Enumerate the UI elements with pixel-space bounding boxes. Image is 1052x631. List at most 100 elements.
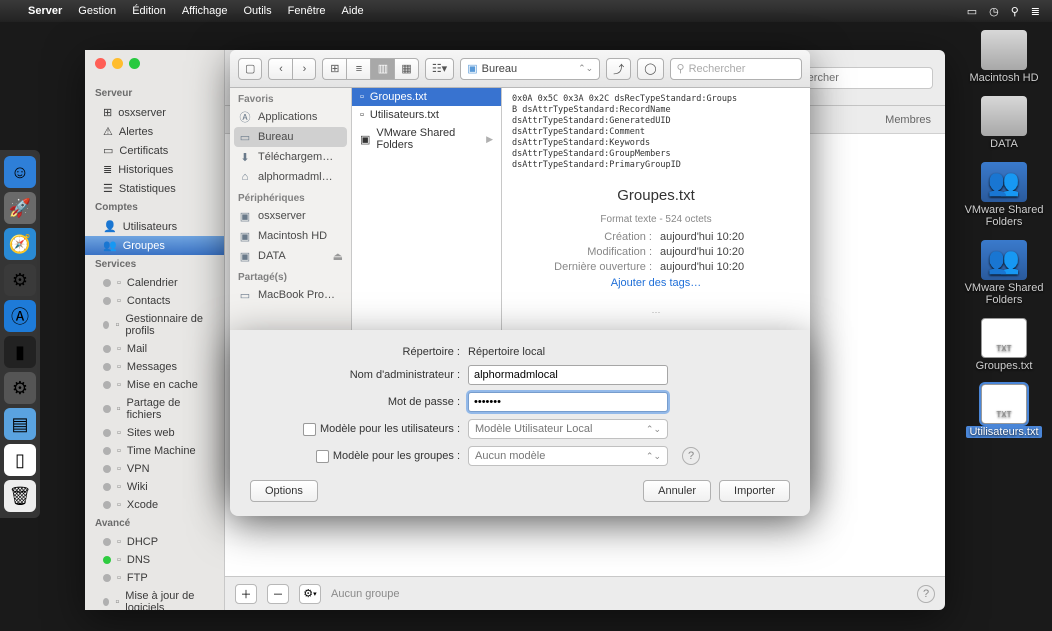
help-button[interactable]: ?: [917, 585, 935, 603]
menu-outils[interactable]: Outils: [244, 5, 272, 17]
spotlight-icon[interactable]: ⚲: [1011, 5, 1019, 18]
menu-edition[interactable]: Édition: [132, 5, 166, 17]
sidebar-service[interactable]: ▫Messages: [85, 358, 224, 376]
dock-folder[interactable]: ▤: [4, 408, 36, 440]
admin-input[interactable]: [468, 365, 668, 385]
clock-icon[interactable]: ◷: [989, 5, 999, 18]
sidebar-toggle[interactable]: ▢: [238, 58, 262, 80]
cancel-button[interactable]: Annuler: [643, 480, 711, 502]
sidebar-service[interactable]: ▫Xcode: [85, 496, 224, 514]
fav-downloads[interactable]: ⬇Téléchargem…: [230, 147, 351, 167]
col-membres[interactable]: Membres: [885, 114, 931, 126]
options-button[interactable]: Options: [250, 480, 318, 502]
desktop-icon[interactable]: DATA: [981, 96, 1027, 150]
forward-button[interactable]: ›: [292, 58, 316, 80]
dock-finder[interactable]: ☺: [4, 156, 36, 188]
menubar: Server Gestion Édition Affichage Outils …: [0, 0, 1052, 22]
desktop-icon[interactable]: TXTGroupes.txt: [976, 318, 1033, 372]
sidebar-service[interactable]: ▫Gestionnaire de profils: [85, 310, 224, 340]
sidebar-historiques[interactable]: ≣Historiques: [85, 160, 224, 179]
desktop-icon[interactable]: Macintosh HD: [969, 30, 1038, 84]
sidebar-advanced[interactable]: ▫DHCP: [85, 533, 224, 551]
desktop-icon[interactable]: 👥VMware Shared Folders: [964, 162, 1044, 228]
dock-terminal[interactable]: ▮: [4, 336, 36, 368]
file-utilisateurs[interactable]: ▫Utilisateurs.txt: [352, 106, 501, 124]
sidebar-groupes[interactable]: 👥Groupes: [85, 236, 224, 255]
sidebar-service[interactable]: ▫Sites web: [85, 424, 224, 442]
password-input[interactable]: [468, 392, 668, 412]
sidebar-service[interactable]: ▫Wiki: [85, 478, 224, 496]
eject-icon[interactable]: ⏏: [333, 250, 343, 263]
arrange-button[interactable]: ☷▾: [425, 58, 454, 80]
sidebar-service[interactable]: ▫Partage de fichiers: [85, 394, 224, 424]
share-button[interactable]: ⤴: [606, 58, 631, 80]
menu-fenetre[interactable]: Fenêtre: [288, 5, 326, 17]
menu-gestion[interactable]: Gestion: [78, 5, 116, 17]
resize-handle[interactable]: ⋯: [512, 307, 800, 318]
sidebar-certificats[interactable]: ▭Certificats: [85, 141, 224, 160]
txt-icon: ▫: [360, 91, 364, 103]
dev-osxserver[interactable]: ▣osxserver: [230, 206, 351, 226]
dock-trash[interactable]: 🗑: [4, 480, 36, 512]
sidebar-utilisateurs[interactable]: 👤Utilisateurs: [85, 217, 224, 236]
dock-server[interactable]: ⚙: [4, 264, 36, 296]
menu-affichage[interactable]: Affichage: [182, 5, 228, 17]
sidebar-service[interactable]: ▫Calendrier: [85, 274, 224, 292]
sidebar-service[interactable]: ▫Contacts: [85, 292, 224, 310]
notifications-icon[interactable]: ≣: [1031, 5, 1040, 18]
sidebar-statistiques[interactable]: ☰Statistiques: [85, 179, 224, 198]
desktop-icon[interactable]: 👥VMware Shared Folders: [964, 240, 1044, 306]
menu-aide[interactable]: Aide: [342, 5, 364, 17]
dev-data[interactable]: ▣DATA⏏: [230, 246, 351, 266]
dock-settings[interactable]: ⚙: [4, 372, 36, 404]
sidebar-advanced[interactable]: ▫Mise à jour de logiciels: [85, 587, 224, 610]
desktop-icon[interactable]: TXTUtilisateurs.txt: [966, 384, 1041, 438]
tags-button[interactable]: ◯: [637, 58, 663, 80]
finder-search[interactable]: ⚲Rechercher: [670, 58, 802, 80]
group-template-checkbox[interactable]: [316, 450, 329, 463]
dev-macintosh-hd[interactable]: ▣Macintosh HD: [230, 226, 351, 246]
path-selector[interactable]: ▣ Bureau⌃⌄: [460, 58, 600, 80]
view-column[interactable]: ▥: [370, 58, 394, 80]
fav-bureau[interactable]: ▭Bureau: [234, 127, 347, 147]
dock-safari[interactable]: 🧭: [4, 228, 36, 260]
minimize-button[interactable]: [112, 58, 123, 69]
view-list[interactable]: ≡: [346, 58, 370, 80]
close-button[interactable]: [95, 58, 106, 69]
sidebar-advanced[interactable]: ▫DNS: [85, 551, 224, 569]
dock-appstore[interactable]: Ⓐ: [4, 300, 36, 332]
zoom-button[interactable]: [129, 58, 140, 69]
help-button[interactable]: ?: [682, 447, 700, 465]
sidebar-osxserver[interactable]: ⊞osxserver: [85, 103, 224, 122]
sidebar-service[interactable]: ▫Mise en cache: [85, 376, 224, 394]
add-tags-link[interactable]: Ajouter des tags…: [512, 277, 800, 289]
sidebar-advanced[interactable]: ▫FTP: [85, 569, 224, 587]
import-button[interactable]: Importer: [719, 480, 790, 502]
sidebar-alertes[interactable]: ⚠Alertes: [85, 122, 224, 141]
add-button[interactable]: ＋: [235, 584, 257, 604]
sidebar-service[interactable]: ▫VPN: [85, 460, 224, 478]
view-icon[interactable]: ⊞: [322, 58, 346, 80]
shared-macbook[interactable]: ▭MacBook Pro…: [230, 285, 351, 305]
action-button[interactable]: ⚙▾: [299, 584, 321, 604]
user-template-select[interactable]: Modèle Utilisateur Local⌃⌄: [468, 419, 668, 439]
file-groupes[interactable]: ▫Groupes.txt: [352, 88, 501, 106]
search-icon: ⚲: [677, 62, 685, 75]
group-template-select[interactable]: Aucun modèle⌃⌄: [468, 446, 668, 466]
sidebar-service[interactable]: ▫Time Machine: [85, 442, 224, 460]
partage-header: Partagé(s): [230, 266, 351, 285]
back-button[interactable]: ‹: [268, 58, 292, 80]
sidebar-service[interactable]: ▫Mail: [85, 340, 224, 358]
app-menu[interactable]: Server: [28, 5, 62, 17]
preview-content: 0x0A 0x5C 0x3A 0x2C dsRecTypeStandard:Gr…: [512, 94, 800, 171]
remove-button[interactable]: －: [267, 584, 289, 604]
airplay-icon[interactable]: ▭: [967, 5, 977, 18]
fav-home[interactable]: ⌂alphormadml…: [230, 167, 351, 187]
view-cover[interactable]: ▦: [394, 58, 418, 80]
fav-applications[interactable]: ⒶApplications: [230, 107, 351, 127]
folder-vmware[interactable]: ▣VMware Shared Folders▶: [352, 124, 501, 154]
dock-launchpad[interactable]: 🚀: [4, 192, 36, 224]
dock-doc[interactable]: ▯: [4, 444, 36, 476]
user-template-checkbox[interactable]: [303, 423, 316, 436]
periph-header: Périphériques: [230, 187, 351, 206]
